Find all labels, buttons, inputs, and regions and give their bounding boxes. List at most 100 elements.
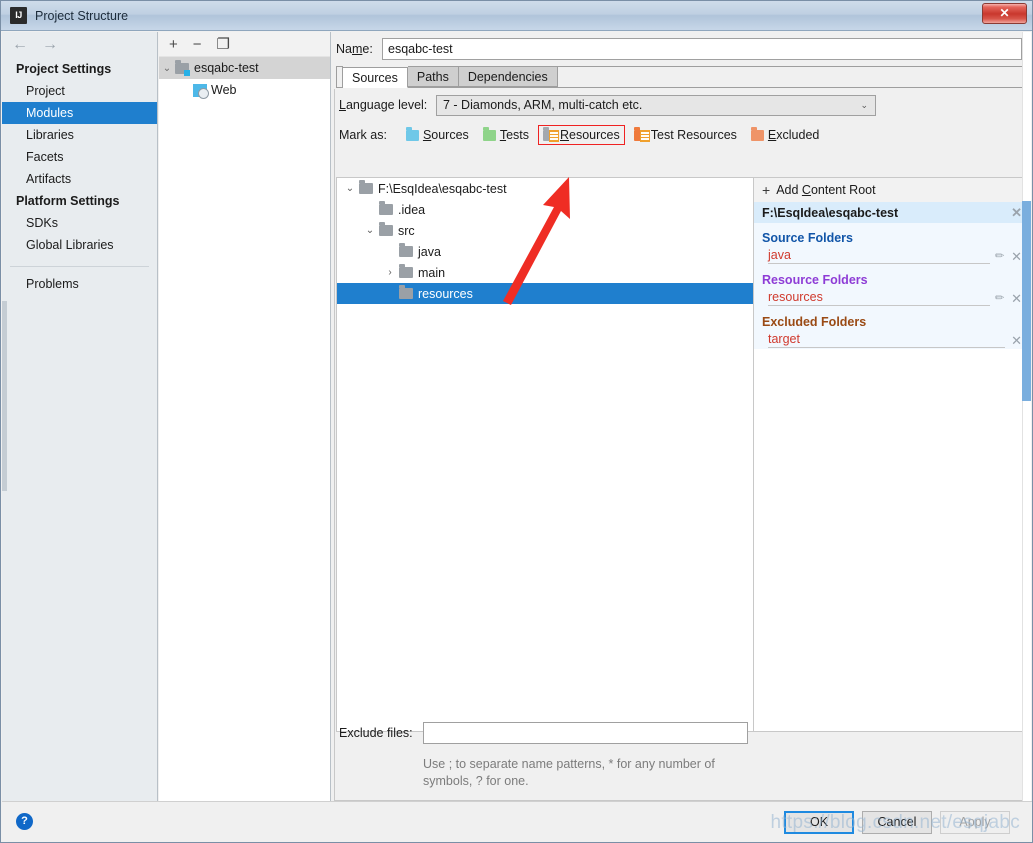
remove-module-icon[interactable]: − [193, 37, 202, 52]
sidebar-group-platform-settings: Platform Settings [16, 194, 120, 208]
sidebar-divider [10, 266, 149, 267]
tree-row-label: resources [418, 286, 473, 301]
remove-source-folder-icon[interactable]: ✕ [1011, 250, 1022, 263]
edit-pencil-icon[interactable]: ✎ [993, 248, 1008, 263]
editor-tabs: Sources Paths Dependencies [336, 66, 1031, 88]
settings-sidebar: ← → Project Settings Project Modules Lib… [2, 32, 158, 803]
module-tree-item-web[interactable]: Web [159, 79, 330, 101]
sidebar-item-modules[interactable]: Modules [2, 102, 157, 124]
tab-sources[interactable]: Sources [343, 67, 408, 88]
mark-as-label: Mark as: [339, 128, 387, 142]
mark-as-excluded-button[interactable]: Excluded [746, 125, 824, 145]
add-content-root-button[interactable]: + Add Content Root [754, 178, 1030, 202]
exclude-files-label: Exclude files: [339, 726, 413, 740]
resource-folder-item[interactable]: resources ✎ ✕ [754, 289, 1030, 307]
chevron-down-icon[interactable]: ⌄ [341, 183, 359, 194]
chevron-right-icon[interactable]: › [381, 267, 399, 278]
content-file-tree[interactable]: ⌄ F:\EsqIdea\esqabc-test .idea ⌄ src jav… [336, 177, 754, 732]
back-arrow-icon[interactable]: ← [12, 37, 28, 53]
chevron-down-icon[interactable]: ⌄ [361, 225, 379, 236]
exclude-files-input[interactable] [423, 722, 748, 744]
facet-label: Web [211, 83, 237, 97]
forward-arrow-icon[interactable]: → [42, 37, 58, 53]
tree-row[interactable]: resources [337, 283, 753, 304]
folder-sources-icon [405, 126, 419, 141]
edit-pencil-icon[interactable]: ✎ [993, 290, 1008, 305]
mark-as-resources-button[interactable]: Resources [538, 125, 625, 145]
folder-icon [399, 243, 413, 257]
tab-dependencies[interactable]: Dependencies [458, 66, 558, 87]
source-folder-name: java [768, 248, 990, 264]
chevron-down-icon: ⌄ [860, 99, 868, 110]
mark-as-row: Mark as: Sources Tests Resources Test Re… [335, 121, 1029, 149]
tab-paths[interactable]: Paths [407, 66, 459, 87]
dialog-button-bar: ? OK Cancel Apply [2, 801, 1032, 841]
resource-folders-heading: Resource Folders [762, 273, 868, 287]
sidebar-item-sdks[interactable]: SDKs [2, 212, 157, 234]
sidebar-item-problems[interactable]: Problems [2, 273, 157, 295]
close-icon[interactable]: ✕ [982, 3, 1027, 24]
modules-toolbar: + − ❐ [159, 32, 330, 57]
apply-button[interactable]: Apply [940, 811, 1010, 834]
exclude-files-row: Exclude files: [339, 722, 748, 744]
help-icon[interactable]: ? [16, 813, 33, 830]
content-root-path: F:\EsqIdea\esqabc-test [762, 205, 899, 220]
mark-as-test-resources-label: Test Resources [650, 128, 737, 142]
intellij-logo-icon: IJ [10, 7, 27, 24]
modules-list-panel: + − ❐ ⌄ esqabc-test Web [159, 32, 331, 803]
project-structure-dialog: IJ Project Structure ✕ ← → Project Setti… [0, 0, 1033, 843]
module-editor: Name: Sources Paths Dependencies Languag… [332, 32, 1032, 803]
sidebar-scrollbar[interactable] [2, 301, 7, 491]
dialog-scroll-track [1022, 32, 1031, 803]
folder-icon [379, 201, 393, 215]
content-root-header: F:\EsqIdea\esqabc-test ✕ [754, 202, 1030, 223]
cancel-button[interactable]: Cancel [862, 811, 932, 834]
sidebar-item-facets[interactable]: Facets [2, 146, 157, 168]
module-tree-item-esqabc-test[interactable]: ⌄ esqabc-test [159, 57, 330, 79]
folder-icon [359, 180, 373, 194]
excluded-folders-heading: Excluded Folders [762, 315, 867, 329]
plus-icon: + [762, 182, 771, 198]
tree-row[interactable]: ⌄ src [337, 220, 753, 241]
remove-content-root-icon[interactable]: ✕ [1011, 206, 1022, 219]
mark-as-tests-button[interactable]: Tests [478, 125, 534, 145]
mark-as-test-resources-button[interactable]: Test Resources [629, 125, 742, 145]
folder-resources-icon [543, 126, 559, 142]
copy-module-icon[interactable]: ❐ [217, 37, 230, 52]
chevron-down-icon[interactable]: ⌄ [159, 63, 175, 74]
sidebar-nav-row: ← → [2, 32, 157, 58]
add-module-icon[interactable]: + [169, 37, 178, 52]
content-roots-panel: + Add Content Root F:\EsqIdea\esqabc-tes… [754, 177, 1031, 732]
remove-resource-folder-icon[interactable]: ✕ [1011, 292, 1022, 305]
mark-as-sources-button[interactable]: Sources [401, 125, 474, 145]
module-name-label: Name: [336, 42, 373, 56]
sources-tab-panel: Language level: 7 - Diamonds, ARM, multi… [334, 89, 1031, 801]
mark-as-excluded-label: Excluded [767, 128, 820, 142]
ok-button[interactable]: OK [784, 811, 854, 834]
tree-row[interactable]: ⌄ F:\EsqIdea\esqabc-test [337, 178, 753, 199]
excluded-folder-item[interactable]: target ✕ [754, 331, 1030, 349]
folder-icon [379, 222, 393, 236]
module-label: esqabc-test [194, 61, 259, 75]
sidebar-item-global-libraries[interactable]: Global Libraries [2, 234, 157, 256]
tree-row[interactable]: › main [337, 262, 753, 283]
tree-row-label: src [398, 223, 415, 238]
folder-icon [399, 264, 413, 278]
window-title: Project Structure [35, 8, 129, 23]
tree-row[interactable]: .idea [337, 199, 753, 220]
language-level-select[interactable]: 7 - Diamonds, ARM, multi-catch etc. ⌄ [436, 94, 876, 116]
remove-excluded-folder-icon[interactable]: ✕ [1011, 334, 1022, 347]
language-level-row: Language level: 7 - Diamonds, ARM, multi… [335, 89, 1029, 121]
sidebar-item-project[interactable]: Project [2, 80, 157, 102]
source-folder-item[interactable]: java ✎ ✕ [754, 247, 1030, 265]
module-folder-icon [175, 59, 190, 76]
tab-filler [557, 66, 1031, 87]
language-level-label: Language level: [339, 98, 428, 112]
dialog-scrollbar-thumb[interactable] [1022, 201, 1031, 401]
module-name-input[interactable] [382, 38, 1022, 60]
tree-row[interactable]: java [337, 241, 753, 262]
sidebar-item-artifacts[interactable]: Artifacts [2, 168, 157, 190]
mark-as-tests-label: Tests [499, 128, 529, 142]
sidebar-group-project-settings: Project Settings [16, 62, 112, 76]
sidebar-item-libraries[interactable]: Libraries [2, 124, 157, 146]
